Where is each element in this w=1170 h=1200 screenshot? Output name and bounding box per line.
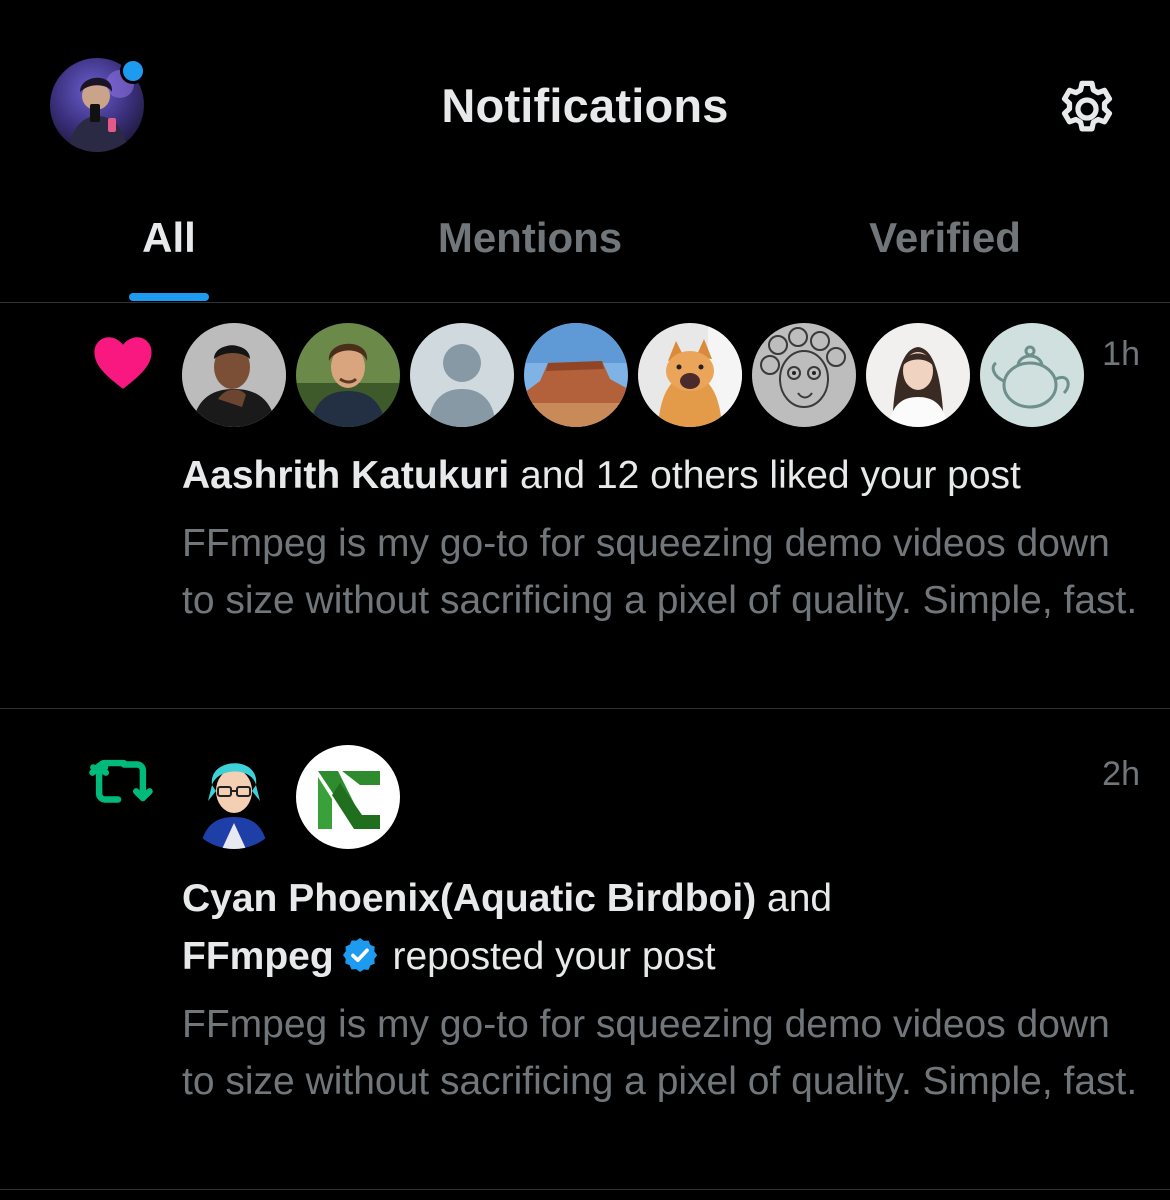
repost-icon xyxy=(86,747,156,817)
action-text: and 12 others liked your post xyxy=(509,454,1021,497)
action-text: reposted your post xyxy=(381,935,716,978)
liker-avatar-3[interactable] xyxy=(410,323,514,427)
tab-all-label: All xyxy=(142,214,196,261)
notification-tabs: All Mentions Verified xyxy=(0,200,1170,303)
tab-mentions-label: Mentions xyxy=(437,214,623,261)
notification-like[interactable]: 1h Aashrith Katukuri and 12 others liked… xyxy=(0,303,1170,709)
top-bar: Notifications xyxy=(0,0,1170,200)
liker-avatar-5[interactable] xyxy=(638,323,742,427)
post-preview: FFmpeg is my go-to for squeezing demo vi… xyxy=(182,1003,1138,1103)
reposter-avatar-1[interactable] xyxy=(182,745,286,849)
liker-avatar-7[interactable] xyxy=(866,323,970,427)
post-preview: FFmpeg is my go-to for squeezing demo vi… xyxy=(182,522,1138,622)
liker-avatar-1[interactable] xyxy=(182,323,286,427)
tab-verified-label: Verified xyxy=(869,214,1021,261)
active-tab-indicator xyxy=(129,293,209,301)
notification-time: 2h xyxy=(1102,755,1140,793)
liker-avatar-8[interactable] xyxy=(980,323,1084,427)
actor-name-link[interactable]: FFmpeg xyxy=(182,935,334,978)
reposter-avatar-2[interactable] xyxy=(296,745,400,849)
connector-text: and xyxy=(756,877,833,920)
liker-avatar-2[interactable] xyxy=(296,323,400,427)
liker-avatar-6[interactable] xyxy=(752,323,856,427)
actor-name-link[interactable]: Aashrith Katukuri xyxy=(182,454,509,497)
actor-name-link[interactable]: Cyan Phoenix(Aquatic Birdboi) xyxy=(182,877,756,920)
notification-time: 1h xyxy=(1102,335,1140,373)
notification-summary: Cyan Phoenix(Aquatic Birdboi) and FFmpeg… xyxy=(182,870,1142,986)
settings-button[interactable] xyxy=(1052,74,1122,144)
notification-repost[interactable]: 2h Cyan Phoenix(Aquatic Birdboi) and FFm… xyxy=(0,709,1170,1190)
page-title: Notifications xyxy=(441,79,729,132)
verified-badge-icon xyxy=(340,935,380,975)
notification-summary: Aashrith Katukuri and 12 others liked yo… xyxy=(182,447,1142,505)
tab-mentions[interactable]: Mentions xyxy=(380,200,680,302)
tab-verified[interactable]: Verified xyxy=(795,200,1095,302)
gear-icon xyxy=(1061,80,1113,132)
liker-avatar-4[interactable] xyxy=(524,323,628,427)
tab-all[interactable]: All xyxy=(69,200,269,302)
heart-icon xyxy=(88,327,158,397)
